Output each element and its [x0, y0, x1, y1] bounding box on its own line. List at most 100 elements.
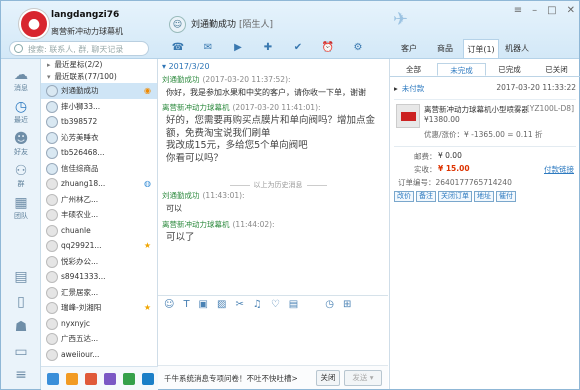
contact-item-name: 摔小狮33...	[61, 101, 101, 111]
username: langdangzi76	[51, 10, 120, 20]
scissors-icon[interactable]: ✂	[235, 299, 243, 310]
image-icon[interactable]: ▣	[199, 299, 208, 310]
contact-item[interactable]: 刘通勤成功 ◉	[41, 83, 157, 99]
message-time: (2017-03-20 11:41:01):	[232, 103, 321, 112]
tab-product[interactable]: 商品	[427, 39, 463, 58]
app-icon[interactable]	[47, 372, 59, 385]
message-input[interactable]	[158, 313, 388, 365]
left-rail: ☁ 消息 ◷ 最近 ☻ 好友 ⚇ 群 ▦ 团队 ▤ ▯ ☗ ▭ ≡	[1, 59, 41, 389]
right-panel-tabs: 客户 商品 订单(1) 机器人	[391, 39, 535, 58]
tab-robot[interactable]: 机器人	[499, 39, 535, 58]
message-sender: 刘通勤成功	[162, 75, 200, 84]
phone-icon[interactable]: ☎	[164, 40, 192, 55]
contact-item[interactable]: zhuang18... ◍	[41, 176, 157, 192]
contact-item[interactable]: nyxnyjc	[41, 316, 157, 332]
chat-icon[interactable]: ✉	[194, 40, 222, 55]
contact-item[interactable]: 汇景居家...	[41, 285, 157, 301]
payment-link[interactable]: 付款链接	[544, 164, 574, 175]
close-order-button[interactable]: 关闭订单	[438, 191, 472, 202]
app-icon[interactable]	[104, 372, 116, 385]
alarm-icon[interactable]: ⏰	[314, 40, 342, 55]
rail-phone[interactable]: ▯	[1, 294, 41, 310]
rail-messages[interactable]: ☁ 消息	[1, 67, 41, 93]
tab-finished[interactable]: 已完成	[486, 63, 533, 76]
chat-message: 刘通勤成功 (2017-03-20 11:37:52): 你好，我是参加水果和中奖…	[162, 74, 384, 99]
bell-icon[interactable]: ♫	[253, 299, 262, 310]
font-icon[interactable]: T	[183, 299, 189, 310]
contact-avatar[interactable]: ☺	[169, 16, 186, 33]
note-button[interactable]: 备注	[416, 191, 436, 202]
change-price-button[interactable]: 改价	[394, 191, 414, 202]
search-input[interactable]: 搜索: 联系人, 群, 聊天记录	[9, 41, 149, 56]
group-starred[interactable]: ▸ 最近星标(2/2)	[41, 59, 157, 71]
tab-order[interactable]: 订单(1)	[463, 39, 499, 58]
contact-item[interactable]: s8941333...	[41, 269, 157, 285]
rail-recent[interactable]: ◷ 最近	[1, 99, 41, 125]
shield-icon[interactable]: ✔	[284, 40, 312, 55]
image-send-icon[interactable]: ▨	[217, 299, 226, 310]
qianniu-window: ● langdangzi76 离营新冲动力球幕机 搜索: 联系人, 群, 聊天记…	[0, 0, 580, 390]
user-avatar[interactable]: ●	[19, 9, 49, 39]
contact-item[interactable]: 广西五达...	[41, 331, 157, 347]
close-button[interactable]: 关闭	[316, 370, 340, 386]
rail-monitor[interactable]: ▭	[1, 344, 41, 360]
contact-item-name: 悦彩办公...	[61, 256, 99, 266]
app-icon[interactable]	[85, 372, 97, 385]
record-icon[interactable]: ▤	[289, 299, 298, 310]
rail-grid[interactable]: ▤	[1, 269, 41, 285]
survey-tip[interactable]: 千牛系统消息专项问卷！不吐不快吐槽>	[164, 373, 298, 384]
order-product[interactable]: 离营新冲动力球幕机小型喷雾器 [YZ100L-D8] ¥1380.00 优惠/涨…	[394, 99, 576, 144]
emoji-icon[interactable]: ☺	[164, 299, 174, 310]
rail-groups[interactable]: ⚇ 群	[1, 163, 41, 189]
tab-closed[interactable]: 已关闭	[533, 63, 580, 76]
contact-item[interactable]: 沁芳美睡衣	[41, 130, 157, 146]
app-icon[interactable]	[142, 372, 154, 385]
rail-friends[interactable]: ☻ 好友	[1, 131, 41, 157]
rail-menu[interactable]: ≡	[1, 367, 41, 383]
more-icon[interactable]: ⊞	[343, 299, 351, 310]
contact-item[interactable]: tb526468...	[41, 145, 157, 161]
contact-item[interactable]: tb398572	[41, 114, 157, 130]
add-contact-icon[interactable]: ✚	[254, 40, 282, 55]
chat-message: 离营新冲动力球幕机 (2017-03-20 11:41:01): 好的，您需要再购…	[162, 102, 384, 165]
contact-item[interactable]: 悦彩办公...	[41, 254, 157, 270]
contact-item[interactable]: aweiiour...	[41, 347, 157, 363]
app-icon[interactable]	[66, 372, 78, 385]
contact-item[interactable]: 摔小狮33...	[41, 99, 157, 115]
order-header[interactable]: ▸ 未付款 2017-03-20 11:33:22	[394, 83, 576, 94]
address-button[interactable]: 地址	[474, 191, 494, 202]
video-icon[interactable]: ▶	[224, 40, 252, 55]
menu-icon[interactable]: ≡	[514, 5, 522, 16]
contact-item-name: 广州林乙...	[61, 194, 99, 204]
rail-contacts[interactable]: ☗	[1, 319, 41, 335]
maximize-icon[interactable]: □	[547, 5, 556, 16]
close-icon[interactable]: ✕	[567, 5, 575, 16]
send-button[interactable]: 发送 ▾	[344, 370, 382, 386]
product-image[interactable]	[396, 104, 420, 128]
contact-item[interactable]: qq29921... ★	[41, 238, 157, 254]
tab-unfinished[interactable]: 未完成	[437, 63, 486, 76]
message-time: (11:43:01):	[202, 191, 245, 200]
contact-item[interactable]: 信佳综商品	[41, 161, 157, 177]
tab-all[interactable]: 全部	[390, 63, 437, 76]
urge-payment-button[interactable]: 催付	[496, 191, 516, 202]
tab-customer[interactable]: 客户	[391, 39, 427, 58]
app-icon[interactable]	[123, 372, 135, 385]
product-title[interactable]: 离营新冲动力球幕机小型喷雾器 [YZ100L-D8]	[424, 104, 574, 115]
contact-item[interactable]: 瑞峰-刘湘阳 ★	[41, 300, 157, 316]
contact-item[interactable]: chuanle	[41, 223, 157, 239]
group-recent[interactable]: ▾ 最近联系(77/100)	[41, 71, 157, 83]
order-panel: 全部 未完成 已完成 已关闭 ▸ 未付款 2017-03-20 11:33:22 …	[389, 59, 580, 389]
order-number: 订单编号：2640177765714240	[398, 178, 512, 187]
contact-title: 刘通勤成功 [陌生人]	[191, 17, 273, 30]
product-sku: [YZ100L-D8]	[526, 104, 574, 113]
contact-item-avatar	[46, 131, 58, 144]
minimize-icon[interactable]: –	[532, 5, 537, 16]
group-label: 最近联系(77/100)	[54, 72, 117, 81]
rail-team[interactable]: ▦ 团队	[1, 195, 41, 221]
settings-icon[interactable]: ⚙	[344, 40, 372, 55]
heart-icon[interactable]: ♡	[271, 299, 280, 310]
contact-item[interactable]: 丰硕农业...	[41, 207, 157, 223]
history-icon[interactable]: ◷	[325, 299, 334, 310]
contact-item[interactable]: 广州林乙...	[41, 192, 157, 208]
